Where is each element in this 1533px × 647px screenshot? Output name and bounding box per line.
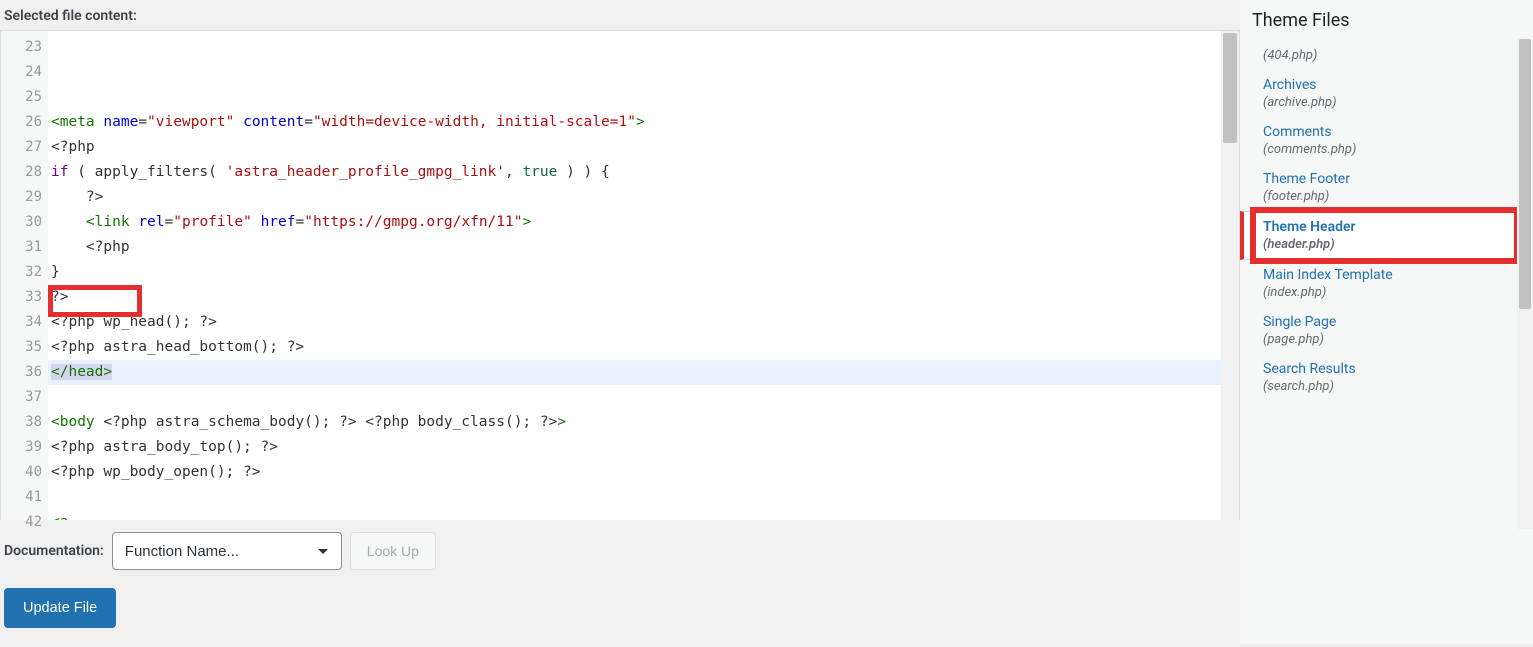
theme-file-item[interactable]: Comments(comments.php)	[1240, 117, 1533, 164]
selected-file-content-label: Selected file content:	[0, 0, 1240, 30]
sidebar-scrollbar[interactable]	[1517, 39, 1533, 529]
theme-file-item[interactable]: Archives(archive.php)	[1240, 70, 1533, 117]
lookup-button[interactable]: Look Up	[350, 532, 436, 570]
theme-file-item[interactable]: Theme Header(header.php)	[1240, 211, 1533, 260]
highlight-box-head-close	[48, 285, 142, 317]
code-area[interactable]: <meta name="viewport" content="width=dev…	[48, 31, 1221, 520]
documentation-label: Documentation:	[4, 543, 104, 559]
update-file-button[interactable]: Update File	[4, 588, 116, 628]
documentation-bar: Documentation: Function Name... Look Up	[0, 520, 1240, 582]
code-editor[interactable]: 2324252627282930313233343536373839404142…	[0, 30, 1240, 520]
theme-file-item[interactable]: (404.php)	[1240, 39, 1533, 70]
editor-scrollbar[interactable]	[1221, 31, 1239, 520]
theme-file-item[interactable]: Search Results(search.php)	[1240, 354, 1533, 401]
theme-files-title: Theme Files	[1240, 0, 1533, 39]
theme-file-item[interactable]: Main Index Template(index.php)	[1240, 260, 1533, 307]
theme-file-item[interactable]: Single Page(page.php)	[1240, 307, 1533, 354]
function-name-select[interactable]: Function Name...	[112, 532, 342, 570]
theme-file-item[interactable]: Theme Footer(footer.php)	[1240, 164, 1533, 211]
line-number-gutter: 2324252627282930313233343536373839404142	[1, 31, 48, 520]
